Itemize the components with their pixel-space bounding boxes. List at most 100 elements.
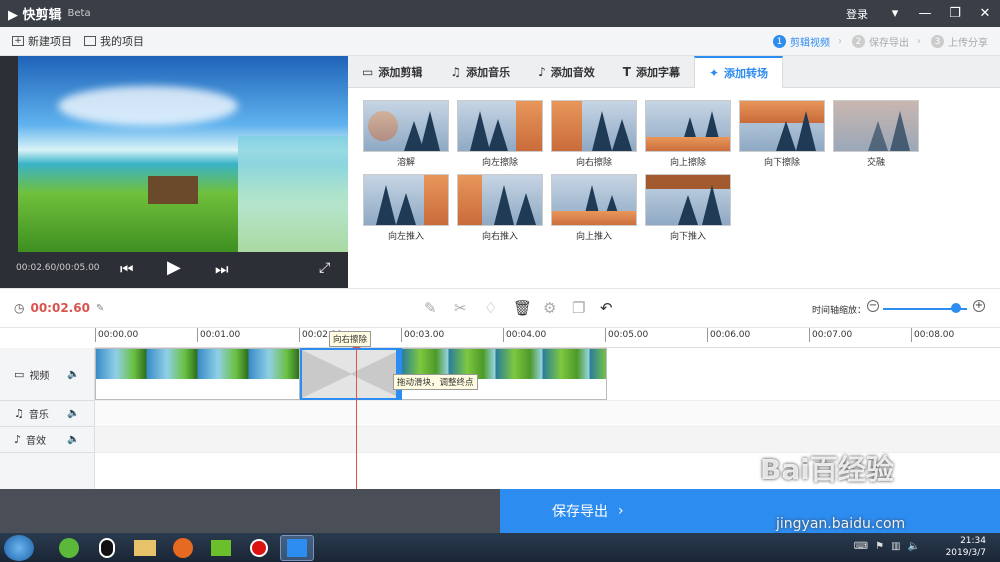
- chevron-right-icon: ›: [618, 503, 624, 519]
- keyboard-icon[interactable]: ⌨: [854, 541, 868, 552]
- windows-taskbar: ⌨ ⚑ ▥ 🔈 21:34 2019/3/7: [0, 533, 1000, 562]
- media-app-icon[interactable]: [204, 535, 238, 561]
- transition-thumbnail: [645, 100, 731, 152]
- new-project-button[interactable]: + 新建项目: [12, 33, 72, 49]
- network-icon[interactable]: ▥: [891, 541, 900, 552]
- sound-effect-icon: ♪: [14, 433, 22, 446]
- ruler-tick: 00:08.00: [911, 328, 954, 342]
- speaker-icon[interactable]: 🔈: [908, 541, 920, 552]
- play-icon[interactable]: ▶: [167, 257, 181, 278]
- system-clock[interactable]: 21:34 2019/3/7: [946, 535, 986, 559]
- transition-dissolve[interactable]: 溶解: [363, 100, 449, 168]
- my-projects-button[interactable]: 我的项目: [84, 33, 144, 49]
- record-icon[interactable]: [242, 535, 276, 561]
- login-link[interactable]: 登录: [846, 6, 868, 22]
- chevron-right-icon: ›: [917, 36, 921, 47]
- maximize-icon[interactable]: ❐: [940, 6, 970, 21]
- previous-frame-icon[interactable]: ⏮: [120, 260, 134, 278]
- undo-icon[interactable]: ↶: [600, 299, 613, 317]
- transition-gallery: 溶解 向左擦除 向右擦除 向上擦除 向下擦除 交融 向左推入 向右推入 向上推入…: [348, 88, 1000, 288]
- video-clip-icon: ▭: [362, 64, 374, 79]
- music-icon: ♫: [450, 64, 462, 79]
- step-export[interactable]: 2 保存导出 ›: [852, 34, 921, 49]
- zoom-label: 时间轴缩放：: [812, 306, 867, 316]
- music-track[interactable]: [95, 401, 1000, 427]
- transition-name-tooltip: 向右擦除: [329, 331, 372, 347]
- music-icon: ♫: [14, 407, 24, 420]
- qq-icon[interactable]: [90, 535, 124, 561]
- ruler-tick: 00:06.00: [707, 328, 750, 342]
- baidu-watermark-url: jingyan.baidu.com: [776, 516, 906, 532]
- volume-icon[interactable]: 🔈: [67, 434, 79, 445]
- transition-thumbnail: [363, 174, 449, 226]
- transition-thumbnail: [551, 174, 637, 226]
- transition-thumbnail: [363, 100, 449, 152]
- ie-icon[interactable]: [52, 535, 86, 561]
- transition-thumbnail: [457, 174, 543, 226]
- title-bar: ▶ 快剪辑 Beta 登录 ▾ — ❐ ✕: [0, 0, 1000, 27]
- tab-add-sfx[interactable]: ♪ 添加音效: [524, 56, 609, 87]
- minimize-icon[interactable]: —: [910, 6, 940, 21]
- save-export-button[interactable]: 保存导出 ›: [500, 489, 1000, 533]
- scissors-icon[interactable]: ✂: [454, 299, 467, 317]
- plus-icon: +: [12, 36, 24, 46]
- tab-add-transition[interactable]: ✦ 添加转场: [693, 56, 784, 88]
- kuaijianji-taskbar-icon[interactable]: [280, 534, 314, 561]
- zoom-out-icon[interactable]: −: [867, 300, 879, 312]
- crop-icon[interactable]: ⚙: [543, 299, 556, 317]
- transition-thumbnail: [551, 100, 637, 152]
- step-share[interactable]: 3 上传分享: [931, 34, 988, 49]
- copy-icon[interactable]: ❐: [572, 299, 585, 317]
- transition-push-down[interactable]: 向下推入: [645, 174, 731, 242]
- chevron-right-icon: ›: [838, 36, 842, 47]
- transition-block[interactable]: [300, 348, 402, 400]
- zoom-slider-handle[interactable]: [951, 303, 961, 313]
- close-icon[interactable]: ✕: [970, 6, 1000, 21]
- edit-time-icon[interactable]: ✎: [96, 303, 104, 314]
- delete-icon[interactable]: 🗑: [513, 299, 532, 317]
- explorer-icon[interactable]: [128, 535, 162, 561]
- current-time: ◷ 00:02.60 ✎: [14, 301, 105, 315]
- start-button[interactable]: [4, 534, 34, 561]
- ruler-tick: 00:03.00: [401, 328, 444, 342]
- timeline-ruler[interactable]: 00:00.00 00:01.00 00:02.00 00:03.00 00:0…: [95, 328, 1000, 348]
- edit-toolbar: ◷ 00:02.60 ✎ ✎ ✂ ♢ 🗑 ⚙ ❐ ↶ 时间轴缩放： − +: [0, 288, 1000, 328]
- volume-icon[interactable]: 🔈: [67, 408, 79, 419]
- zoom-in-icon[interactable]: +: [973, 300, 985, 312]
- transition-push-left[interactable]: 向左推入: [363, 174, 449, 242]
- system-tray: ⌨ ⚑ ▥ 🔈: [847, 541, 920, 552]
- preview-frame: [18, 56, 348, 252]
- preview-controls: 00:02.60/00:05.00 ⏮ ▶ ⏭ ⤢: [0, 252, 348, 288]
- transition-push-right[interactable]: 向右推入: [457, 174, 543, 242]
- ruler-tick: 00:00.00: [95, 328, 138, 342]
- transition-blend[interactable]: 交融: [833, 100, 919, 168]
- transition-wipe-down[interactable]: 向下擦除: [739, 100, 825, 168]
- transition-thumbnail: [645, 174, 731, 226]
- pencil-icon[interactable]: ✎: [424, 299, 437, 317]
- menu-icon[interactable]: ▾: [880, 6, 910, 21]
- ruler-tick: 00:04.00: [503, 328, 546, 342]
- step-edit[interactable]: 1 剪辑视频 ›: [773, 34, 842, 49]
- transition-push-up[interactable]: 向上推入: [551, 174, 637, 242]
- preview-time: 00:02.60/00:05.00: [16, 263, 100, 273]
- playhead[interactable]: [356, 336, 357, 489]
- next-frame-icon[interactable]: ⏭: [215, 260, 229, 278]
- firefox-icon[interactable]: [166, 535, 200, 561]
- sound-effect-icon: ♪: [538, 64, 546, 79]
- tab-add-clip[interactable]: ▭ 添加剪辑: [348, 56, 436, 87]
- notification-icon[interactable]: ⚑: [875, 541, 884, 552]
- volume-icon[interactable]: 🔈: [67, 369, 79, 380]
- tab-add-subtitle[interactable]: T 添加字幕: [609, 56, 694, 87]
- transition-wipe-up[interactable]: 向上擦除: [645, 100, 731, 168]
- fullscreen-icon[interactable]: ⤢: [319, 260, 330, 276]
- clock-icon: ◷: [14, 301, 25, 315]
- video-clip[interactable]: [95, 348, 300, 400]
- drag-hint-tooltip: 拖动滑块，调整终点: [393, 374, 478, 390]
- transition-wipe-left[interactable]: 向左擦除: [457, 100, 543, 168]
- transition-wipe-right[interactable]: 向右擦除: [551, 100, 637, 168]
- bell-icon[interactable]: ♢: [484, 299, 497, 317]
- video-track-icon: ▭: [14, 367, 25, 381]
- tab-add-music[interactable]: ♫ 添加音乐: [436, 56, 524, 87]
- track-label-sfx: ♪ 音效 🔈: [0, 427, 95, 453]
- transition-thumbnail: [833, 100, 919, 152]
